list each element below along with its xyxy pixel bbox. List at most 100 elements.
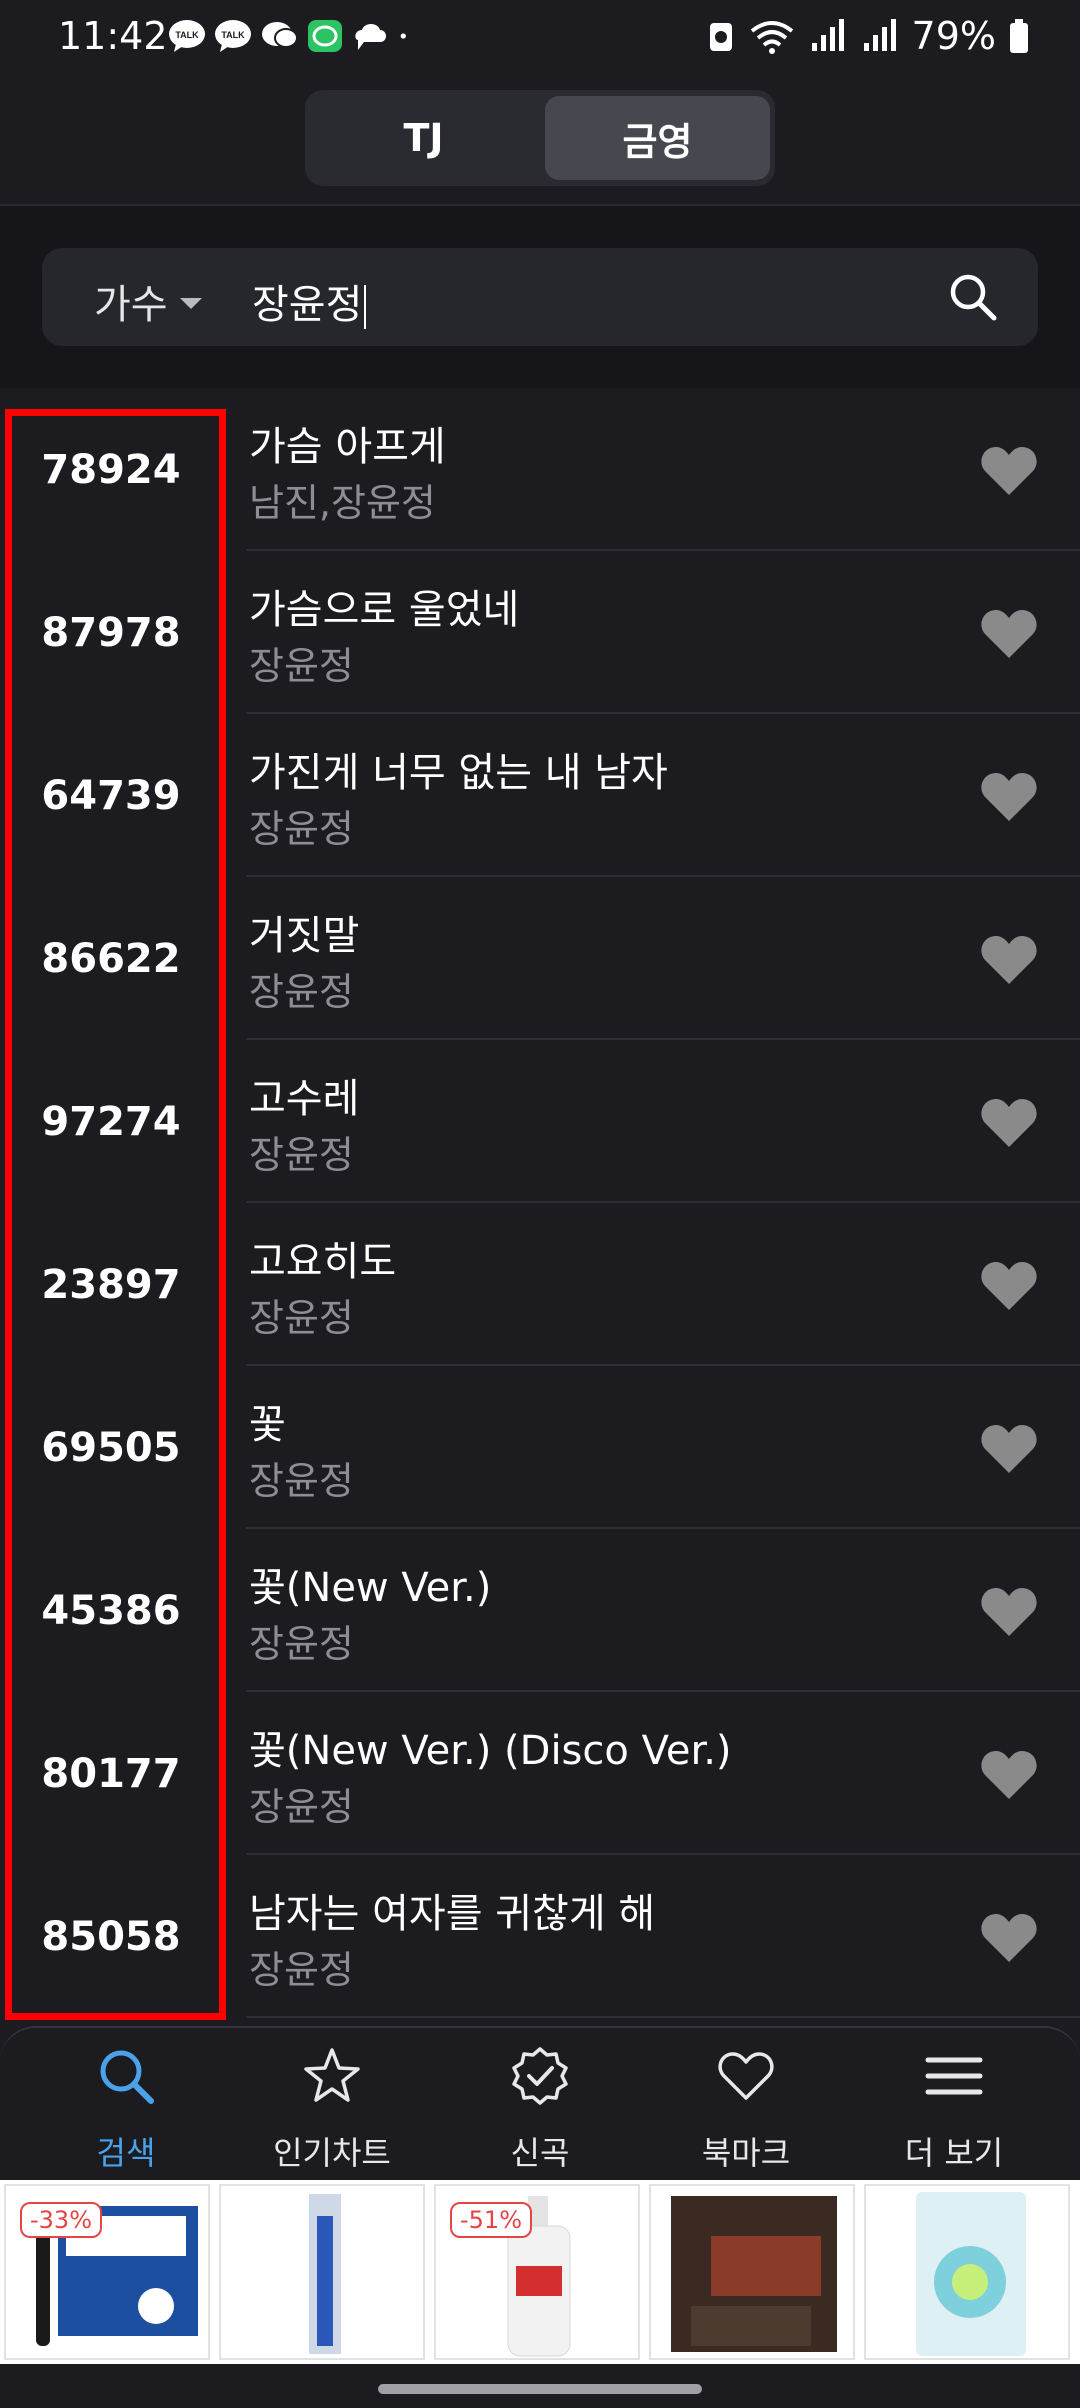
search-input[interactable]: 장윤정: [252, 272, 367, 330]
chevron-down-icon: [179, 297, 202, 309]
search-icon: [100, 2050, 154, 2104]
song-title: 거짓말: [249, 913, 360, 959]
song-artist: 장윤정: [249, 1948, 354, 1992]
song-artist: 장윤정: [249, 1622, 354, 1666]
song-number: 85058: [41, 1913, 181, 1960]
heart-icon[interactable]: [980, 1260, 1038, 1312]
kakaotalk-icon: TALK: [215, 20, 251, 52]
song-number: 78924: [41, 446, 181, 493]
nav-label: 북마크: [701, 2134, 791, 2172]
discount-badge: -33%: [20, 2202, 103, 2238]
song-row[interactable]: 78924 가슴 아프게 남진,장윤정: [0, 388, 1080, 551]
song-artist: 장윤정: [249, 1296, 354, 1340]
song-number: 23897: [41, 1261, 181, 1308]
search-area: 가수 장윤정: [0, 206, 1080, 388]
tab-kumyoung[interactable]: 금영: [545, 96, 770, 180]
song-number: 87978: [41, 609, 181, 656]
song-row[interactable]: 45386 꽃(New Ver.) 장윤정: [0, 1529, 1080, 1692]
song-number: 69505: [41, 1424, 181, 1471]
heart-icon[interactable]: [980, 934, 1038, 986]
heart-icon[interactable]: [980, 1423, 1038, 1475]
ad-item[interactable]: [219, 2184, 425, 2360]
home-gesture-handle[interactable]: [378, 2384, 702, 2394]
heart-icon[interactable]: [980, 771, 1038, 823]
song-title: 고요히도: [249, 1239, 397, 1285]
toothbrush-pack-image: [309, 2194, 341, 2354]
heart-icon[interactable]: [980, 445, 1038, 497]
search-field-dropdown[interactable]: 가수: [94, 272, 202, 330]
search-icon[interactable]: [946, 270, 1000, 324]
nav-label: 검색: [96, 2134, 156, 2172]
heart-icon[interactable]: [980, 608, 1038, 660]
discount-badge: -51%: [450, 2202, 533, 2238]
song-artist: 장윤정: [249, 1459, 354, 1503]
menu-icon: [925, 2057, 983, 2095]
wifi-icon: [750, 21, 793, 54]
kakaotalk-label: TALK: [175, 30, 199, 40]
nav-more[interactable]: 더 보기: [854, 2028, 1054, 2180]
song-artist: 장윤정: [249, 644, 354, 688]
food-package-image: [671, 2196, 837, 2352]
song-number: 97274: [41, 1098, 181, 1145]
signal-icon: [863, 19, 896, 51]
kakaotalk-label: TALK: [221, 30, 245, 40]
ad-item[interactable]: [864, 2184, 1070, 2360]
status-bar: 11:42 TALK TALK 79%: [0, 0, 1080, 78]
text-cursor: [364, 285, 367, 329]
song-artist: 장윤정: [249, 807, 354, 851]
song-title: 꽃: [249, 1402, 286, 1448]
recycle-icon: [709, 23, 732, 51]
song-title: 가슴 아프게: [249, 424, 446, 470]
song-row[interactable]: 80177 꽃(New Ver.) (Disco Ver.) 장윤정: [0, 1692, 1080, 1855]
notification-icons: TALK TALK: [168, 18, 418, 54]
messenger-app-icon: [308, 20, 342, 52]
battery-percent: 79%: [911, 14, 996, 58]
song-row[interactable]: 85058 남자는 여자를 귀찮게 해 장윤정: [0, 1855, 1080, 2018]
song-number: 45386: [41, 1587, 181, 1634]
heart-icon[interactable]: [980, 1912, 1038, 1964]
nav-label: 신곡: [510, 2134, 570, 2172]
status-time: 11:42: [58, 14, 168, 58]
search-query: 장윤정: [252, 282, 363, 328]
song-title: 가진게 너무 없는 내 남자: [249, 750, 668, 796]
song-title: 남자는 여자를 귀찮게 해: [249, 1891, 656, 1937]
divider: [246, 2016, 1080, 2018]
karaoke-brand-switch: TJ 금영: [305, 90, 775, 186]
song-row[interactable]: 86622 거짓말 장윤정: [0, 877, 1080, 1040]
kakaotalk-icon: TALK: [169, 20, 205, 52]
nav-label: 더 보기: [904, 2134, 1004, 2172]
song-number: 86622: [41, 935, 181, 982]
tab-tj[interactable]: TJ: [311, 96, 536, 180]
song-row[interactable]: 87978 가슴으로 울었네 장윤정: [0, 551, 1080, 714]
heart-icon[interactable]: [980, 1749, 1038, 1801]
heart-icon[interactable]: [980, 1097, 1038, 1149]
nav-label: 인기차트: [273, 2134, 391, 2172]
new-badge-icon: [512, 2047, 568, 2105]
heart-icon: [718, 2052, 774, 2100]
bottom-nav: 검색 인기차트 신곡 북마크 더 보기: [0, 2026, 1080, 2178]
nav-new-songs[interactable]: 신곡: [440, 2028, 640, 2180]
song-row[interactable]: 97274 고수레 장윤정: [0, 1040, 1080, 1203]
nav-popular-chart[interactable]: 인기차트: [232, 2028, 432, 2180]
song-artist: 장윤정: [249, 1133, 354, 1177]
song-artist: 장윤정: [249, 1785, 354, 1829]
cloud-chat-icon: [355, 24, 386, 50]
song-title: 꽃(New Ver.) (Disco Ver.): [249, 1728, 732, 1774]
heart-icon[interactable]: [980, 1586, 1038, 1638]
song-title: 꽃(New Ver.): [249, 1565, 492, 1611]
song-row[interactable]: 23897 고요히도 장윤정: [0, 1203, 1080, 1366]
ad-item[interactable]: -51%: [434, 2184, 640, 2360]
song-artist: 남진,장윤정: [249, 481, 436, 525]
nav-bookmark[interactable]: 북마크: [646, 2028, 846, 2180]
song-row[interactable]: 64739 가진게 너무 없는 내 남자 장윤정: [0, 714, 1080, 877]
song-row[interactable]: 69505 꽃 장윤정: [0, 1366, 1080, 1529]
signal-icon: [811, 19, 844, 51]
ad-item[interactable]: [649, 2184, 855, 2360]
ad-banner: -33% -51%: [0, 2180, 1080, 2364]
search-bar: 가수 장윤정: [42, 248, 1038, 346]
nav-search[interactable]: 검색: [26, 2028, 226, 2180]
song-number: 80177: [41, 1750, 181, 1797]
ad-item[interactable]: -33%: [4, 2184, 210, 2360]
battery-icon: [1010, 19, 1028, 53]
more-notifications-icon: [400, 33, 406, 39]
